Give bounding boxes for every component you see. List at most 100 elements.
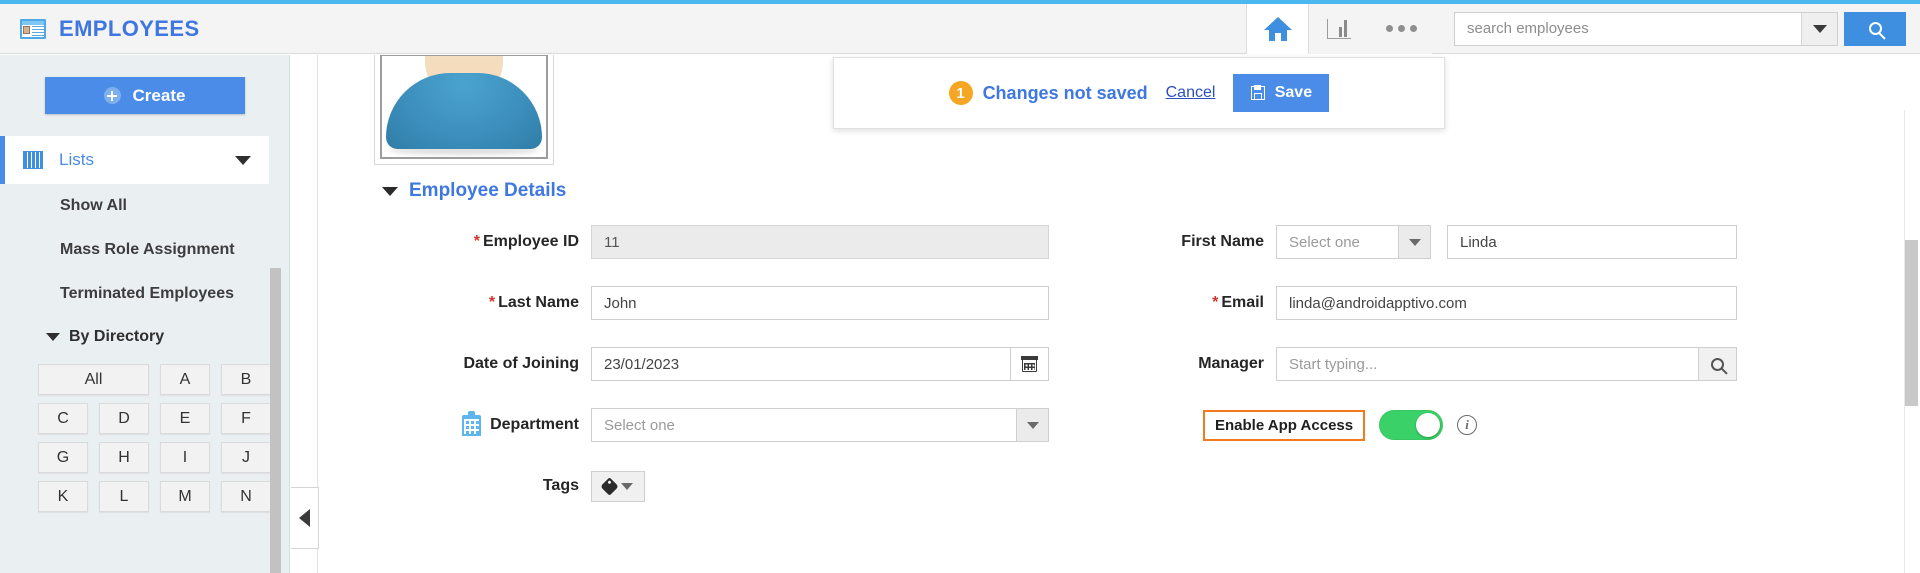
reports-button[interactable] bbox=[1308, 3, 1370, 54]
field-email: * Email bbox=[1049, 286, 1737, 320]
field-label: Department bbox=[490, 416, 579, 433]
department-select-input[interactable] bbox=[591, 408, 1017, 442]
directory-letter-j[interactable]: J bbox=[221, 442, 271, 473]
directory-letter-e[interactable]: E bbox=[160, 403, 210, 434]
save-button[interactable]: Save bbox=[1233, 74, 1330, 112]
cancel-link[interactable]: Cancel bbox=[1166, 84, 1216, 102]
header-toolbar bbox=[1246, 3, 1920, 54]
directory-letter-c[interactable]: C bbox=[38, 403, 88, 434]
section-header-employee-details[interactable]: Employee Details bbox=[382, 180, 566, 202]
id-card-icon bbox=[20, 18, 46, 39]
field-label: Last Name bbox=[498, 294, 579, 311]
search-input[interactable] bbox=[1455, 12, 1801, 45]
sidebar-item-show-all[interactable]: Show All bbox=[0, 184, 289, 228]
enable-app-access-label: Enable App Access bbox=[1203, 409, 1366, 441]
last-name-input[interactable] bbox=[591, 286, 1049, 320]
field-enable-app-access: Enable App Access i bbox=[1203, 403, 1478, 447]
field-manager: Manager bbox=[1049, 347, 1737, 381]
search-scope-dropdown[interactable] bbox=[1801, 12, 1837, 45]
tags-dropdown-button[interactable] bbox=[591, 470, 645, 502]
save-disk-icon bbox=[1250, 85, 1265, 100]
field-date-of-joining: Date of Joining bbox=[379, 347, 1049, 381]
field-label: Date of Joining bbox=[463, 355, 579, 372]
salutation-dropdown-button[interactable] bbox=[1399, 225, 1431, 259]
caret-down-icon bbox=[621, 482, 633, 490]
field-first-name: First Name bbox=[1049, 225, 1737, 259]
avatar[interactable] bbox=[374, 55, 554, 165]
sidebar-item-terminated-employees[interactable]: Terminated Employees bbox=[0, 272, 289, 316]
search-icon bbox=[1868, 22, 1882, 35]
directory-letter-h[interactable]: H bbox=[99, 442, 149, 473]
status-badge: 1 bbox=[948, 81, 973, 105]
plus-circle-icon bbox=[103, 87, 121, 104]
app-header: EMPLOYEES bbox=[0, 3, 1920, 54]
chevron-down-icon bbox=[235, 155, 251, 165]
content-scrollbar-thumb[interactable] bbox=[1905, 240, 1918, 406]
directory-letter-i[interactable]: I bbox=[160, 442, 210, 473]
more-button[interactable] bbox=[1370, 3, 1432, 54]
chevron-down-icon bbox=[382, 186, 398, 196]
grid-icon bbox=[23, 151, 43, 169]
field-employee-id: * Employee ID bbox=[379, 225, 1049, 259]
field-label: Employee ID bbox=[482, 233, 579, 250]
tag-icon bbox=[600, 476, 619, 496]
home-icon bbox=[1263, 16, 1292, 41]
salutation-select-input[interactable] bbox=[1276, 225, 1399, 259]
chevron-down-icon bbox=[46, 333, 60, 341]
sidebar-section-by-directory[interactable]: By Directory bbox=[0, 316, 289, 358]
department-dropdown-button[interactable] bbox=[1017, 408, 1049, 442]
field-label: Tags bbox=[542, 477, 579, 494]
unsaved-changes-bar: 1 Changes not saved Cancel Save bbox=[833, 57, 1445, 129]
directory-letter-g[interactable]: G bbox=[38, 442, 88, 473]
create-button-label: Create bbox=[132, 85, 186, 105]
calendar-icon bbox=[1021, 355, 1038, 372]
sidebar: Create Lists Show All Mass Role Assignme… bbox=[0, 55, 290, 573]
info-icon[interactable]: i bbox=[1457, 415, 1478, 435]
field-label: Manager bbox=[1198, 355, 1264, 372]
directory-letter-b[interactable]: B bbox=[221, 364, 271, 395]
directory-letter-n[interactable]: N bbox=[221, 481, 271, 512]
sidebar-item-label: Terminated Employees bbox=[60, 285, 234, 302]
required-marker: * bbox=[1212, 294, 1219, 311]
field-department: Department bbox=[379, 408, 1049, 442]
content-scrollbar-track[interactable] bbox=[1904, 110, 1920, 573]
search-icon bbox=[1711, 357, 1724, 371]
sidebar-section-lists-label: Lists bbox=[59, 150, 94, 169]
employee-id-input[interactable] bbox=[591, 225, 1049, 259]
more-dots-icon bbox=[1385, 25, 1417, 32]
create-button[interactable]: Create bbox=[44, 77, 245, 114]
date-picker-button[interactable] bbox=[1011, 347, 1049, 381]
directory-letter-all[interactable]: All bbox=[38, 364, 149, 395]
sidebar-section-lists[interactable]: Lists bbox=[0, 136, 269, 184]
home-button[interactable] bbox=[1246, 3, 1308, 54]
field-last-name: * Last Name bbox=[379, 286, 1049, 320]
first-name-input[interactable] bbox=[1447, 225, 1737, 259]
manager-input[interactable] bbox=[1276, 347, 1699, 381]
required-marker: * bbox=[473, 233, 480, 250]
main-content: Employee Details *Employee ID *Last Name bbox=[319, 55, 1920, 573]
enable-app-access-toggle[interactable] bbox=[1379, 410, 1444, 440]
directory-letter-k[interactable]: K bbox=[38, 481, 88, 512]
date-of-joining-input[interactable] bbox=[591, 347, 1011, 381]
unsaved-changes-message: Changes not saved bbox=[982, 82, 1148, 103]
sidebar-item-mass-role-assignment[interactable]: Mass Role Assignment bbox=[0, 228, 289, 272]
directory-letter-grid: All A B C D E F G H I J K L M N bbox=[38, 364, 271, 512]
sidebar-collapse-button[interactable] bbox=[291, 487, 319, 549]
directory-letter-l[interactable]: L bbox=[99, 481, 149, 512]
directory-letter-f[interactable]: F bbox=[221, 403, 271, 434]
field-tags: Tags bbox=[379, 469, 645, 503]
chevron-down-icon bbox=[1026, 421, 1039, 429]
page-title: EMPLOYEES bbox=[59, 15, 200, 41]
email-input[interactable] bbox=[1276, 286, 1737, 320]
section-header-label: Employee Details bbox=[409, 180, 567, 201]
manager-search-button[interactable] bbox=[1699, 347, 1737, 381]
directory-letter-m[interactable]: M bbox=[160, 481, 210, 512]
directory-letter-d[interactable]: D bbox=[99, 403, 149, 434]
search-submit-button[interactable] bbox=[1844, 11, 1906, 46]
toggle-knob bbox=[1416, 413, 1441, 437]
app-root: EMPLOYEES search employees Create Lists … bbox=[0, 0, 1920, 573]
building-icon bbox=[462, 410, 482, 436]
directory-letter-a[interactable]: A bbox=[160, 364, 210, 395]
field-label: First Name bbox=[1181, 233, 1264, 250]
sidebar-scrollbar-thumb[interactable] bbox=[270, 268, 281, 573]
